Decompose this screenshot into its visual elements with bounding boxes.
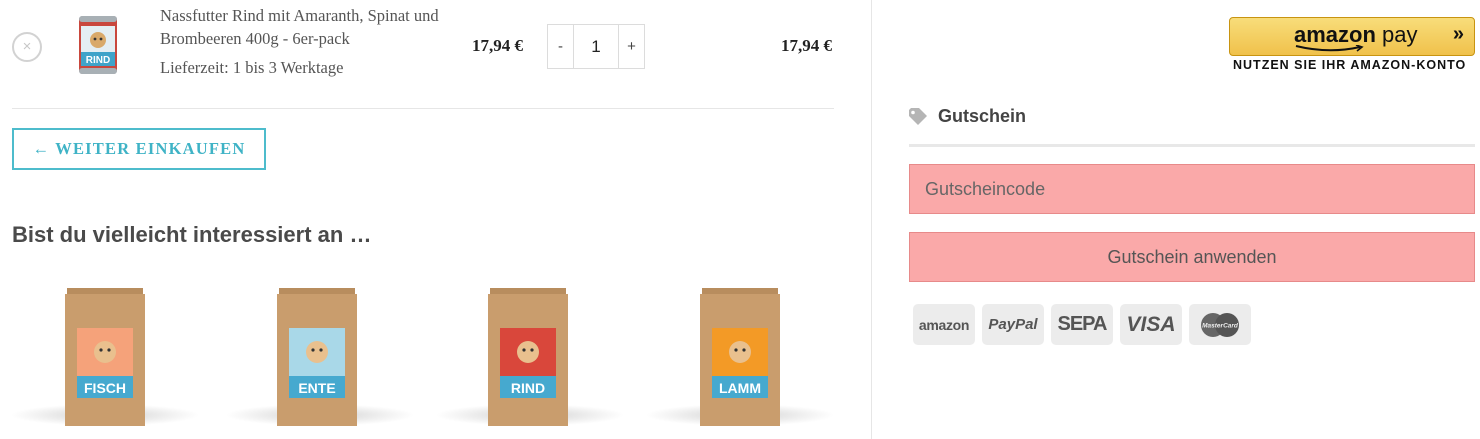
quantity-increment-button[interactable]: +	[619, 25, 644, 68]
quantity-stepper: - 1 +	[547, 24, 645, 69]
can-label: RIND	[86, 55, 110, 66]
amazon-pay-subtext: NUTZEN SIE IHR AMAZON-KONTO	[1233, 58, 1467, 72]
delivery-time: Lieferzeit: 1 bis 3 Werktage	[160, 58, 344, 77]
quantity-input[interactable]: 1	[573, 25, 619, 68]
line-total-price: 17,94 €	[781, 36, 832, 55]
mastercard-payment-icon: MasterCard	[1189, 304, 1251, 345]
amazon-pay-button[interactable]: amazon pay »	[1229, 17, 1475, 56]
amazon-payment-icon: amazon	[913, 304, 975, 345]
coupon-divider	[909, 144, 1475, 147]
product-ente[interactable]: ENTE	[277, 288, 357, 426]
coupon-heading: Gutschein	[908, 106, 1026, 127]
product-label: FISCH	[84, 380, 126, 396]
amazon-smile-icon	[1295, 45, 1364, 52]
apply-coupon-button[interactable]: Gutschein anwenden	[909, 232, 1475, 282]
upsell-heading: Bist du vielleicht interessiert an …	[12, 222, 372, 247]
tag-icon	[909, 107, 927, 125]
quantity-decrement-button[interactable]: -	[548, 25, 573, 68]
coupon-heading-label: Gutschein	[938, 106, 1027, 126]
remove-item-icon[interactable]: ×	[12, 32, 42, 62]
continue-shopping-button[interactable]: ← WEITER EINKAUFEN	[12, 128, 266, 170]
coupon-code-input[interactable]: Gutscheincode	[909, 164, 1475, 214]
sepa-payment-icon: SEPA	[1051, 304, 1113, 345]
mastercard-label: MasterCard	[1202, 322, 1239, 329]
product-label: LAMM	[719, 380, 761, 396]
chevron-double-right-icon: »	[1452, 23, 1464, 45]
cart-divider	[12, 108, 834, 109]
product-label: RIND	[511, 380, 545, 396]
product-lamm[interactable]: LAMM	[700, 288, 780, 426]
paypal-payment-icon: PayPal	[982, 304, 1044, 345]
cart-area: × RIND Nassfutter Rind mit Amaranth, Spi…	[0, 0, 872, 439]
product-label: ENTE	[298, 380, 335, 396]
product-fisch[interactable]: FISCH	[65, 288, 145, 426]
unit-price: 17,94 €	[472, 36, 523, 55]
payment-methods: amazon PayPal SEPA VISA MasterCard	[913, 304, 1251, 345]
visa-payment-icon: VISA	[1120, 304, 1182, 345]
product-name[interactable]: Nassfutter Rind mit Amaranth, Spinat und…	[160, 4, 450, 50]
product-rind[interactable]: RIND	[488, 288, 568, 426]
product-can-image: RIND	[79, 16, 117, 74]
checkout-sidebar: amazon pay » NUTZEN SIE IHR AMAZON-KONTO…	[872, 0, 1480, 439]
